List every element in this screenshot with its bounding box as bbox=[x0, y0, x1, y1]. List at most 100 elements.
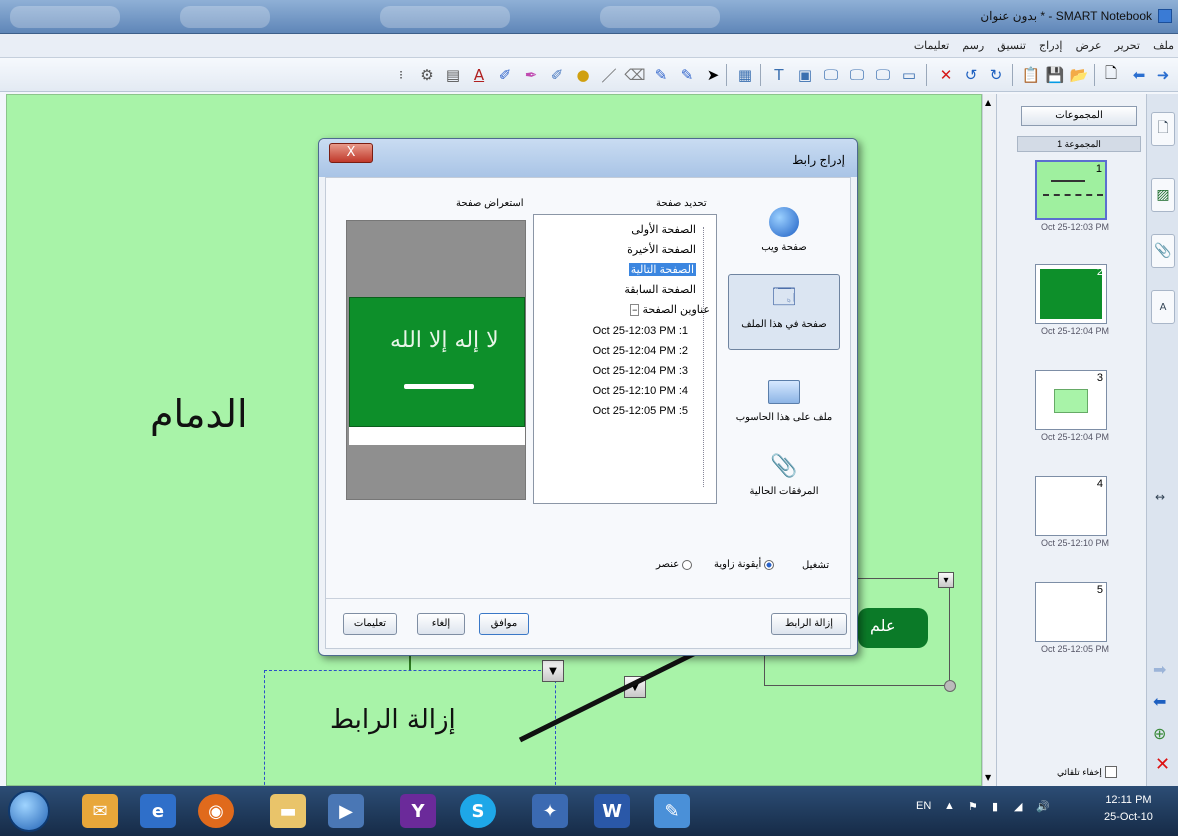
groups-button[interactable]: المجموعات bbox=[1021, 106, 1137, 126]
menu-file[interactable]: ملف bbox=[1149, 34, 1178, 57]
scroll-down-icon[interactable]: ▼ bbox=[985, 773, 991, 782]
outlook-icon[interactable]: ✉ bbox=[82, 794, 118, 828]
device-icon[interactable]: ▮ bbox=[992, 800, 998, 813]
smart-notebook-icon[interactable]: ✎ bbox=[654, 794, 690, 828]
dialog-close-button[interactable]: X bbox=[329, 143, 373, 163]
pen-icon[interactable]: ✎ bbox=[676, 64, 698, 86]
skype-icon[interactable]: S bbox=[460, 794, 496, 828]
paste-icon[interactable]: 📋 bbox=[1020, 64, 1042, 86]
select-arrow-icon[interactable]: ➤ bbox=[702, 64, 724, 86]
menu-help[interactable]: تعليمات bbox=[910, 34, 953, 57]
capture-tool-icon[interactable]: ▣ bbox=[794, 64, 816, 86]
back-arrow-icon[interactable]: ⬅ bbox=[1128, 64, 1150, 86]
link-type-web-page[interactable]: صفحة ويب bbox=[728, 198, 840, 274]
gallery-icon[interactable]: ▤ bbox=[442, 64, 464, 86]
canvas-scrollbar[interactable]: ▲ ▼ bbox=[982, 94, 996, 786]
yahoo-messenger-icon[interactable]: Y bbox=[400, 794, 436, 828]
tree-item-previous-page[interactable]: الصفحة السابقة bbox=[624, 283, 696, 296]
link-type-file-on-computer[interactable]: ملف على هذا الحاسوب bbox=[728, 368, 840, 444]
toolbar-more-icon[interactable]: ⁝ bbox=[390, 64, 412, 86]
eraser-icon[interactable]: ⌫ bbox=[624, 64, 646, 86]
display-icon[interactable]: 🖵 bbox=[872, 64, 894, 86]
internet-explorer-icon[interactable]: e bbox=[140, 794, 176, 828]
media-player-icon[interactable]: ▶ bbox=[328, 794, 364, 828]
screen-shade-icon[interactable]: ▭ bbox=[898, 64, 920, 86]
auto-hide-option[interactable]: إخفاء تلقائي bbox=[1057, 766, 1117, 778]
messenger-icon[interactable]: ✦ bbox=[532, 794, 568, 828]
system-clock[interactable]: 12:11 PM 25-Oct-10 bbox=[1104, 792, 1153, 826]
network-icon[interactable]: ◢ bbox=[1014, 800, 1022, 813]
monitor-icon[interactable]: 🖵 bbox=[846, 64, 868, 86]
menu-view[interactable]: عرض bbox=[1072, 34, 1106, 57]
line-icon[interactable]: ／ bbox=[598, 64, 620, 86]
open-icon[interactable]: 📂 bbox=[1068, 64, 1090, 86]
resize-sidebar-icon[interactable]: ↔ bbox=[1155, 490, 1165, 504]
auto-hide-checkbox[interactable] bbox=[1104, 766, 1117, 778]
action-center-flag-icon[interactable]: ⚑ bbox=[968, 800, 978, 813]
previous-page-icon[interactable]: ⬅ bbox=[1153, 692, 1166, 711]
text-a-icon[interactable]: A bbox=[468, 64, 490, 86]
menu-draw[interactable]: رسم bbox=[958, 34, 988, 57]
page-sorter-tab-icon[interactable]: 🗋 bbox=[1151, 112, 1175, 146]
table-icon[interactable]: ▦ bbox=[734, 64, 756, 86]
page-thumbnail[interactable]: 4 bbox=[1035, 476, 1107, 536]
firefox-icon[interactable]: ◉ bbox=[198, 794, 234, 828]
collapse-icon[interactable]: − bbox=[630, 304, 640, 316]
language-indicator[interactable]: EN bbox=[916, 800, 931, 812]
volume-icon[interactable]: 🔊 bbox=[1036, 800, 1050, 813]
ok-button[interactable]: موافق bbox=[479, 613, 529, 635]
fill-icon[interactable]: ✐ bbox=[546, 64, 568, 86]
start-button[interactable] bbox=[8, 790, 50, 832]
menu-format[interactable]: تنسيق bbox=[993, 34, 1030, 57]
properties-icon[interactable]: ⚙ bbox=[416, 64, 438, 86]
cancel-button[interactable]: إلغاء bbox=[417, 613, 465, 635]
tree-item-first-page[interactable]: الصفحة الأولى bbox=[631, 223, 696, 236]
magic-pen-icon[interactable]: ✒ bbox=[520, 64, 542, 86]
tree-item-page[interactable]: Oct 25-12:10 PM :4 bbox=[593, 385, 688, 397]
object-radio[interactable] bbox=[682, 559, 693, 570]
forward-arrow-icon[interactable]: ➜ bbox=[1152, 64, 1174, 86]
page-thumbnail[interactable]: 3 bbox=[1035, 370, 1107, 430]
launch-object-option[interactable]: عنصر bbox=[656, 559, 693, 570]
page-thumbnail[interactable]: 5 bbox=[1035, 582, 1107, 642]
window-controls[interactable] bbox=[10, 6, 120, 28]
menu-insert[interactable]: إدراج bbox=[1035, 34, 1066, 57]
screen-capture-icon[interactable]: 🖵 bbox=[820, 64, 842, 86]
corner-icon-radio[interactable] bbox=[764, 559, 775, 570]
delete-page-icon[interactable]: ✕ bbox=[1155, 754, 1170, 775]
menu-edit[interactable]: تحرير bbox=[1111, 34, 1144, 57]
tree-item-page[interactable]: Oct 25-12:04 PM :2 bbox=[593, 345, 688, 357]
tree-item-page[interactable]: Oct 25-12:05 PM :5 bbox=[593, 405, 688, 417]
next-page-icon[interactable]: ➡ bbox=[1153, 660, 1166, 679]
explorer-folder-icon[interactable]: ▬ bbox=[270, 794, 306, 828]
add-page-icon[interactable]: ⊕ bbox=[1153, 724, 1166, 743]
gallery-tab-icon[interactable]: ▨ bbox=[1151, 178, 1175, 212]
group-label[interactable]: المجموعة 1 bbox=[1017, 136, 1141, 152]
tree-item-page[interactable]: Oct 25-12:04 PM :3 bbox=[593, 365, 688, 377]
highlighter-icon[interactable]: ✐ bbox=[494, 64, 516, 86]
properties-tab-icon[interactable]: A bbox=[1151, 290, 1175, 324]
tree-item-next-page[interactable]: الصفحة التالية bbox=[628, 263, 696, 276]
link-type-page-in-file[interactable]: 🗔 صفحة في هذا الملف bbox=[728, 274, 840, 350]
launch-corner-option[interactable]: أيقونة زاوية bbox=[714, 559, 775, 570]
text-icon[interactable]: T bbox=[768, 64, 790, 86]
delete-icon[interactable]: ✕ bbox=[935, 64, 957, 86]
tree-item-last-page[interactable]: الصفحة الأخيرة bbox=[627, 243, 696, 256]
page-thumbnail[interactable]: 1 bbox=[1035, 160, 1107, 220]
show-hidden-icons-icon[interactable]: ▲ bbox=[944, 800, 955, 812]
new-page-icon[interactable]: 🗋 bbox=[1100, 64, 1122, 86]
remove-link-button[interactable]: إزالة الرابط bbox=[771, 613, 847, 635]
scroll-up-icon[interactable]: ▲ bbox=[985, 98, 991, 107]
redo-icon[interactable]: ↻ bbox=[985, 64, 1007, 86]
dammam-text[interactable]: الدمام bbox=[150, 392, 248, 436]
word-icon[interactable]: W bbox=[594, 794, 630, 828]
resize-handle[interactable] bbox=[944, 680, 956, 692]
link-type-attachments[interactable]: 📎 المرفقات الحالية bbox=[728, 442, 840, 518]
save-icon[interactable]: 💾 bbox=[1044, 64, 1066, 86]
object-menu-handle[interactable]: ▾ bbox=[938, 572, 954, 588]
flag-link-button[interactable]: علم bbox=[858, 608, 928, 648]
attachments-tab-icon[interactable]: 📎 bbox=[1151, 234, 1175, 268]
tree-item-page[interactable]: Oct 25-12:03 PM :1 bbox=[593, 325, 688, 337]
shape-icon[interactable]: ● bbox=[572, 64, 594, 86]
tree-item-page-titles[interactable]: عناوين الصفحة − bbox=[630, 303, 710, 316]
